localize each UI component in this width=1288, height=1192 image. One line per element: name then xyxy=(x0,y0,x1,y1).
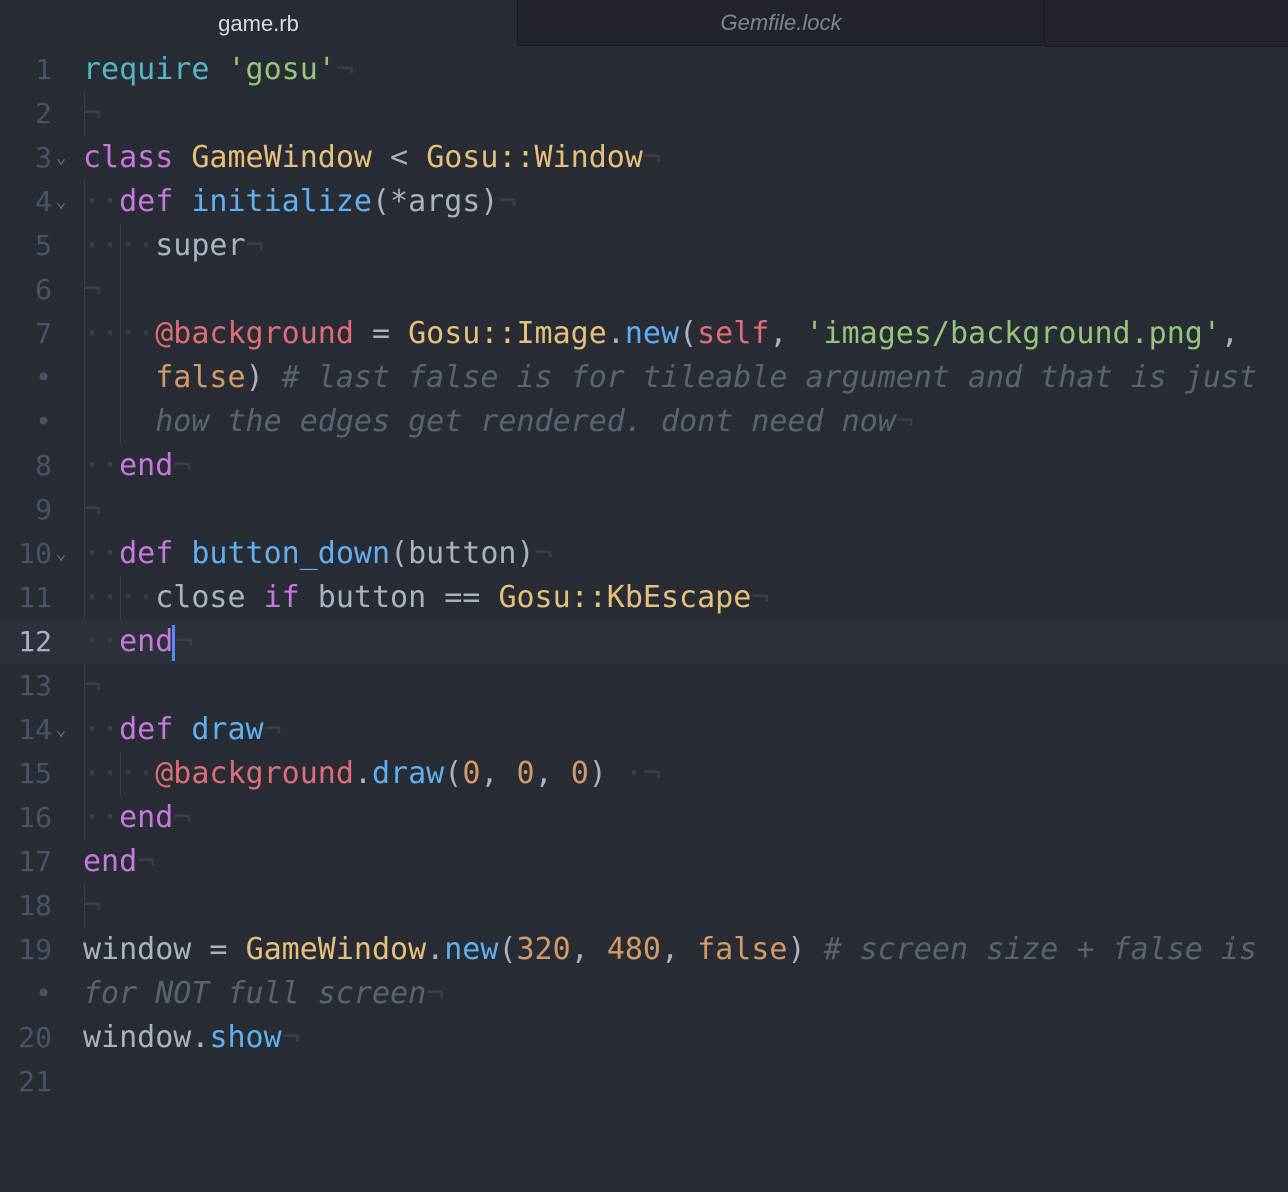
line-code: ¬ xyxy=(83,272,102,307)
code-line: 16 ··end¬ xyxy=(0,796,1288,840)
line-number: • xyxy=(35,977,52,1010)
line-code: ··def button_down(button)¬ xyxy=(83,536,553,571)
code-line: 18 ¬ xyxy=(0,884,1288,928)
code-line: 5 ····super¬ xyxy=(0,224,1288,268)
code-line: 13 ¬ xyxy=(0,664,1288,708)
code-line: 9 ¬ xyxy=(0,488,1288,532)
code-line: 19 window = GameWindow.new(320, 480, fal… xyxy=(0,928,1288,972)
line-code: ··end¬ xyxy=(83,448,192,483)
line-code: ¬ xyxy=(83,492,102,527)
line-code: ¬ xyxy=(83,888,102,923)
line-number: 1 xyxy=(35,53,52,86)
line-code: window = GameWindow.new(320, 480, false)… xyxy=(83,932,1258,967)
tab-game-rb[interactable]: game.rb xyxy=(0,0,517,48)
line-code: ··def draw¬ xyxy=(83,712,282,747)
chevron-down-icon[interactable]: ⌄ xyxy=(52,180,70,224)
line-number: 17 xyxy=(18,845,52,878)
code-line: 3 ⌄ class GameWindow < Gosu::Window¬ xyxy=(0,136,1288,180)
line-number: 18 xyxy=(18,889,52,922)
code-line: 4 ⌄ ··def initialize(*args)¬ xyxy=(0,180,1288,224)
line-code: ··def initialize(*args)¬ xyxy=(83,184,517,219)
line-number: 12 xyxy=(18,625,52,658)
line-code: ····super¬ xyxy=(83,228,264,263)
code-line: 10 ⌄ ··def button_down(button)¬ xyxy=(0,532,1288,576)
line-number: 10 xyxy=(18,537,52,570)
line-code: ··end¬ xyxy=(83,800,192,835)
line-number: 4 xyxy=(35,185,52,218)
line-code: require 'gosu'¬ xyxy=(83,52,354,87)
line-number: 6 xyxy=(35,273,52,306)
line-code: ··end¬ xyxy=(83,624,194,661)
line-number: • xyxy=(35,405,52,438)
line-code: ¬ xyxy=(83,668,102,703)
line-code: class GameWindow < Gosu::Window¬ xyxy=(83,140,661,175)
line-number: 15 xyxy=(18,757,52,790)
code-line: 14 ⌄ ··def draw¬ xyxy=(0,708,1288,752)
code-line: 1 require 'gosu'¬ xyxy=(0,48,1288,92)
code-line: 21 xyxy=(0,1060,1288,1104)
line-code: window.show¬ xyxy=(83,1020,300,1055)
code-line-wrap: • for NOT full screen¬ xyxy=(0,972,1288,1016)
code-line: 7 ····@background = Gosu::Image.new(self… xyxy=(0,312,1288,356)
line-code: ····close if button == Gosu::KbEscape¬ xyxy=(83,580,770,615)
code-line: 15 ····@background.draw(0, 0, 0) ·¬ xyxy=(0,752,1288,796)
line-code: how the edges get rendered. dont need no… xyxy=(155,404,914,439)
line-number: 2 xyxy=(35,97,52,130)
chevron-down-icon[interactable]: ⌄ xyxy=(52,708,70,752)
code-line-current: 12 ··end¬ xyxy=(0,620,1288,664)
line-code: end¬ xyxy=(83,844,156,879)
line-number: 20 xyxy=(18,1021,52,1054)
tab-bar-empty xyxy=(1045,0,1288,47)
line-code: ····@background = Gosu::Image.new(self, … xyxy=(83,316,1239,351)
line-code: ····@background.draw(0, 0, 0) ·¬ xyxy=(83,756,661,791)
line-code: for NOT full screen¬ xyxy=(83,976,445,1011)
code-line: 17 end¬ xyxy=(0,840,1288,884)
line-code: false) # last false is for tileable argu… xyxy=(155,360,1258,395)
code-line: 2 ¬ xyxy=(0,92,1288,136)
code-line-wrap: • how the edges get rendered. dont need … xyxy=(0,400,1288,444)
line-number: 7 xyxy=(35,317,52,350)
line-number: 21 xyxy=(18,1065,52,1098)
line-code: ¬ xyxy=(83,96,102,131)
line-number: 13 xyxy=(18,669,52,702)
line-number: 11 xyxy=(18,581,52,614)
code-line: 6 ¬ xyxy=(0,268,1288,312)
line-number: 16 xyxy=(18,801,52,834)
code-editor[interactable]: 1 require 'gosu'¬ 2 ¬ 3 ⌄ class GameWind… xyxy=(0,48,1288,1098)
line-number: 8 xyxy=(35,449,52,482)
code-line-wrap: • false) # last false is for tileable ar… xyxy=(0,356,1288,400)
line-number: 19 xyxy=(18,933,52,966)
code-line: 20 window.show¬ xyxy=(0,1016,1288,1060)
tab-gemfile-lock[interactable]: Gemfile.lock xyxy=(517,0,1045,46)
chevron-down-icon[interactable]: ⌄ xyxy=(52,532,70,576)
code-line: 8 ··end¬ xyxy=(0,444,1288,488)
code-line: 11 ····close if button == Gosu::KbEscape… xyxy=(0,576,1288,620)
line-number: 3 xyxy=(35,141,52,174)
line-number: 14 xyxy=(18,713,52,746)
line-number: 9 xyxy=(35,493,52,526)
chevron-down-icon[interactable]: ⌄ xyxy=(52,136,70,180)
line-number: • xyxy=(35,361,52,394)
tab-bar: game.rb Gemfile.lock xyxy=(0,0,1288,48)
line-number: 5 xyxy=(35,229,52,262)
